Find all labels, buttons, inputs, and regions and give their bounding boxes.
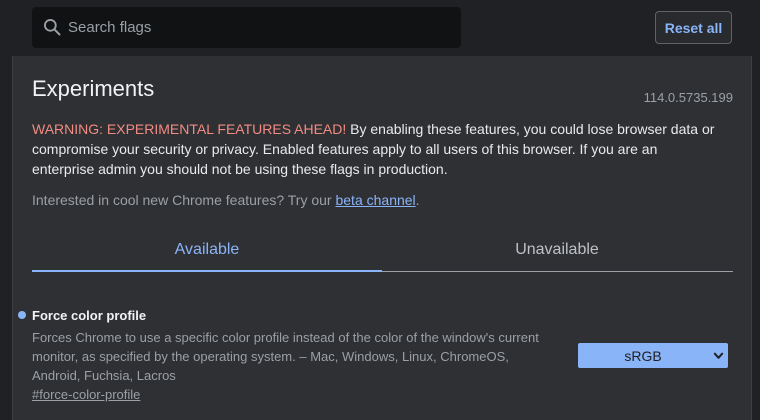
experiments-panel: Experiments 114.0.5735.199 WARNING: EXPE… <box>12 56 752 420</box>
page-title: Experiments <box>32 76 155 101</box>
beta-promo-prefix: Interested in cool new Chrome features? … <box>32 192 336 208</box>
flag-option-select[interactable]: sRGB <box>578 343 728 368</box>
tab-unavailable[interactable]: Unavailable <box>382 230 732 270</box>
top-bar: Reset all <box>0 0 760 56</box>
reset-all-button[interactable]: Reset all <box>655 11 732 44</box>
flag-permalink[interactable]: #force-color-profile <box>32 387 140 402</box>
beta-promo-suffix: . <box>415 192 420 208</box>
warning-text: WARNING: EXPERIMENTAL FEATURES AHEAD! By… <box>32 119 722 179</box>
active-tab-indicator <box>32 270 382 272</box>
flag-modified-dot <box>18 311 26 319</box>
tab-available[interactable]: Available <box>32 230 382 270</box>
beta-channel-link[interactable]: beta channel <box>335 192 415 208</box>
search-icon <box>44 19 61 36</box>
beta-promo: Interested in cool new Chrome features? … <box>32 192 420 208</box>
version-label: 114.0.5735.199 <box>643 90 733 105</box>
search-input[interactable] <box>68 7 448 48</box>
flag-description: Forces Chrome to use a specific color pr… <box>32 330 539 383</box>
warning-heading: WARNING: EXPERIMENTAL FEATURES AHEAD! <box>32 121 347 137</box>
flag-title: Force color profile <box>32 308 147 323</box>
search-box[interactable] <box>32 7 461 48</box>
chevron-down-icon <box>713 352 724 359</box>
tab-bar: Available Unavailable <box>32 230 733 272</box>
flag-selected-value: sRGB <box>624 347 662 364</box>
